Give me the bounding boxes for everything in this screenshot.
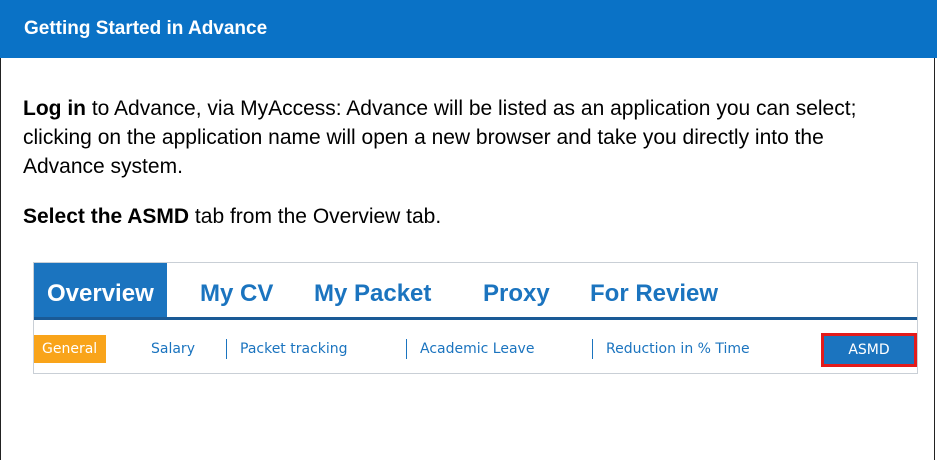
tab-my-packet[interactable]: My Packet [314, 263, 431, 317]
tab-underline [34, 317, 917, 320]
login-instructions: Log in to Advance, via MyAccess: Advance… [23, 94, 903, 181]
tab-proxy[interactable]: Proxy [483, 263, 550, 317]
subtab-packet-tracking[interactable]: Packet tracking [240, 335, 348, 363]
tab-for-review[interactable]: For Review [590, 263, 718, 317]
header-title: Getting Started in Advance [24, 18, 268, 39]
main-tabs: Overview My CV My Packet Proxy For Revie… [34, 263, 917, 317]
section-header: Getting Started in Advance [0, 0, 937, 58]
tab-my-cv[interactable]: My CV [200, 263, 273, 317]
select-instructions: Select the ASMD tab from the Overview ta… [23, 202, 903, 231]
subtab-separator [226, 339, 227, 359]
subtab-general[interactable]: General [34, 335, 107, 363]
login-bold: Log in [23, 97, 86, 120]
advance-nav-screenshot: Overview My CV My Packet Proxy For Revie… [33, 262, 918, 374]
select-text: tab from the Overview tab. [189, 205, 442, 228]
sub-tabs: General Salary Packet tracking Academic … [34, 333, 917, 367]
subtab-reduction-in-time[interactable]: Reduction in % Time [606, 335, 750, 363]
subtab-academic-leave[interactable]: Academic Leave [420, 335, 534, 363]
subtab-separator [406, 339, 407, 359]
subtab-salary[interactable]: Salary [151, 335, 195, 363]
subtab-asmd[interactable]: ASMD [821, 333, 917, 367]
select-bold: Select the ASMD [23, 205, 190, 228]
login-text: to Advance, via MyAccess: Advance will b… [23, 97, 857, 178]
tab-overview[interactable]: Overview [34, 263, 167, 317]
subtab-separator [592, 339, 593, 359]
